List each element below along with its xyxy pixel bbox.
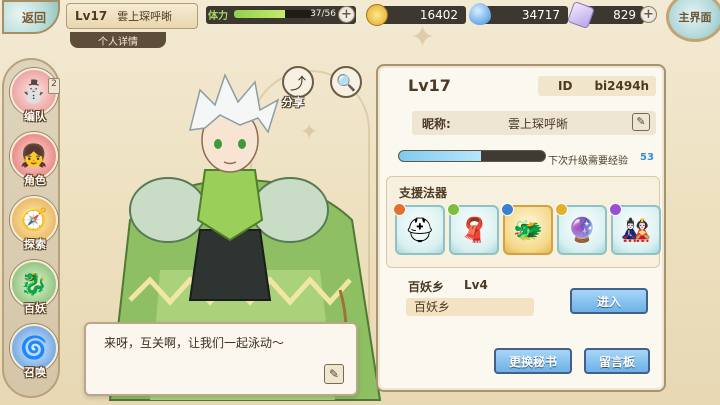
stamina-track [234, 10, 312, 18]
enter-label: 进入 [596, 294, 621, 309]
tab-personal-details[interactable]: 个人详情 [70, 32, 166, 48]
player-name: 雲上琛呼晰 [117, 10, 173, 23]
gem-icon [555, 203, 568, 216]
stamina-label: 体力 [208, 11, 228, 22]
gem-icon [447, 203, 460, 216]
top-bar: 返回 Lv17 雲上琛呼晰 个人详情 体力 37/56 + 16402 3471… [0, 0, 720, 48]
id-value: bi2494h [594, 79, 650, 93]
nickname-field: 昵称: 雲上琛呼晰 ✎ [412, 111, 656, 135]
guild-level: Lv4 [464, 278, 488, 292]
stamina-bar: 体力 37/56 [206, 6, 356, 24]
player-level: Lv17 [75, 9, 108, 23]
exp-label: 下次升级需要经验 [548, 156, 628, 167]
main-menu-label: 主界面 [678, 11, 712, 24]
support-artifacts: 支援法器 ⛑ 🧣 🐲 🔮 🎎 [386, 176, 661, 268]
artifact-slot[interactable]: 🐲 [501, 203, 553, 255]
left-nav: ⛄ 2 编队 👧 角色 🧭 探索 🐉 百妖 🌀 召唤 [2, 58, 60, 398]
nav-item-character[interactable]: 👧 角色 [8, 132, 62, 192]
artifact-slot[interactable]: 🔮 [555, 203, 607, 255]
speech-dialog: 来呀，互关啊，让我们一起泳动～ ✎ [84, 322, 358, 396]
artifact-slot[interactable]: 🎎 [609, 203, 661, 255]
change-secretary-button[interactable]: 更换秘书 [494, 348, 572, 374]
orb-icon: 🔮 [567, 216, 597, 244]
profile-level: Lv17 [408, 76, 451, 95]
tab-label: 个人详情 [98, 36, 138, 48]
nav-label: 编队 [24, 110, 46, 123]
artifact-slot[interactable]: ⛑ [393, 203, 445, 255]
change-secretary-label: 更换秘书 [508, 354, 557, 369]
add-stamina-button[interactable]: + [338, 6, 355, 23]
exp-bar [398, 150, 546, 162]
message-board-button[interactable]: 留言板 [584, 348, 650, 374]
profile-panel: Lv17 ID bi2494h 昵称: 雲上琛呼晰 ✎ 下次升级需要经验 53 … [376, 64, 666, 392]
player-id-box: ID bi2494h [538, 76, 656, 96]
nav-label: 召唤 [24, 366, 46, 379]
enter-guild-button[interactable]: 进入 [570, 288, 648, 314]
add-crystal-button[interactable]: + [640, 6, 657, 23]
nav-item-explore[interactable]: 🧭 探索 [8, 196, 62, 256]
pencil-icon: ✎ [328, 367, 340, 381]
nav-label: 探索 [24, 238, 46, 251]
water-counter: 34717 [480, 6, 568, 24]
artifact-slot[interactable]: 🧣 [447, 203, 499, 255]
pencil-icon: ✎ [636, 115, 646, 128]
nav-label: 角色 [24, 174, 46, 187]
dragon-icon: 🐲 [513, 216, 543, 244]
gold-coin-icon [366, 4, 388, 26]
message-board-label: 留言板 [598, 354, 635, 369]
support-title: 支援法器 [399, 186, 448, 200]
back-button[interactable]: 返回 [2, 0, 60, 34]
doll-icon: 🎎 [621, 216, 651, 244]
gem-icon [609, 203, 622, 216]
stamina-fill [234, 10, 286, 18]
gold-value: 16402 [419, 8, 458, 22]
player-level-plate: Lv17 雲上琛呼晰 [66, 3, 198, 29]
scarf-icon: 🧣 [459, 216, 489, 244]
team-count-badge: 2 [48, 78, 60, 94]
nav-label: 百妖 [24, 302, 46, 315]
nav-item-monsters[interactable]: 🐉 百妖 [8, 260, 62, 320]
helmet-icon: ⛑ [404, 216, 436, 244]
gem-icon [393, 203, 406, 216]
gold-counter: 16402 [376, 6, 466, 24]
edit-dialog-button[interactable]: ✎ [324, 364, 344, 384]
exp-fill [399, 151, 481, 161]
main-menu-button[interactable]: 主界面 [666, 0, 720, 42]
water-value: 34717 [521, 8, 560, 22]
stamina-value: 37/56 [310, 9, 336, 19]
guild-name: 百妖乡 [408, 280, 445, 294]
back-label: 返回 [21, 10, 46, 25]
water-drop-icon [469, 3, 491, 25]
edit-nickname-button[interactable]: ✎ [632, 113, 650, 131]
crystal-value: 829 [613, 8, 636, 22]
gem-icon [501, 203, 514, 216]
nickname-value: 雲上琛呼晰 [508, 116, 569, 131]
guild-field: 百妖乡 [406, 298, 534, 316]
dialog-text: 来呀，互关啊，让我们一起泳动～ [104, 336, 285, 350]
id-label: ID [558, 79, 573, 93]
exp-value: 53 [640, 152, 654, 163]
nav-item-team[interactable]: ⛄ 2 编队 [8, 68, 62, 128]
nickname-label: 昵称: [422, 116, 451, 131]
nav-item-summon[interactable]: 🌀 召唤 [8, 324, 62, 384]
